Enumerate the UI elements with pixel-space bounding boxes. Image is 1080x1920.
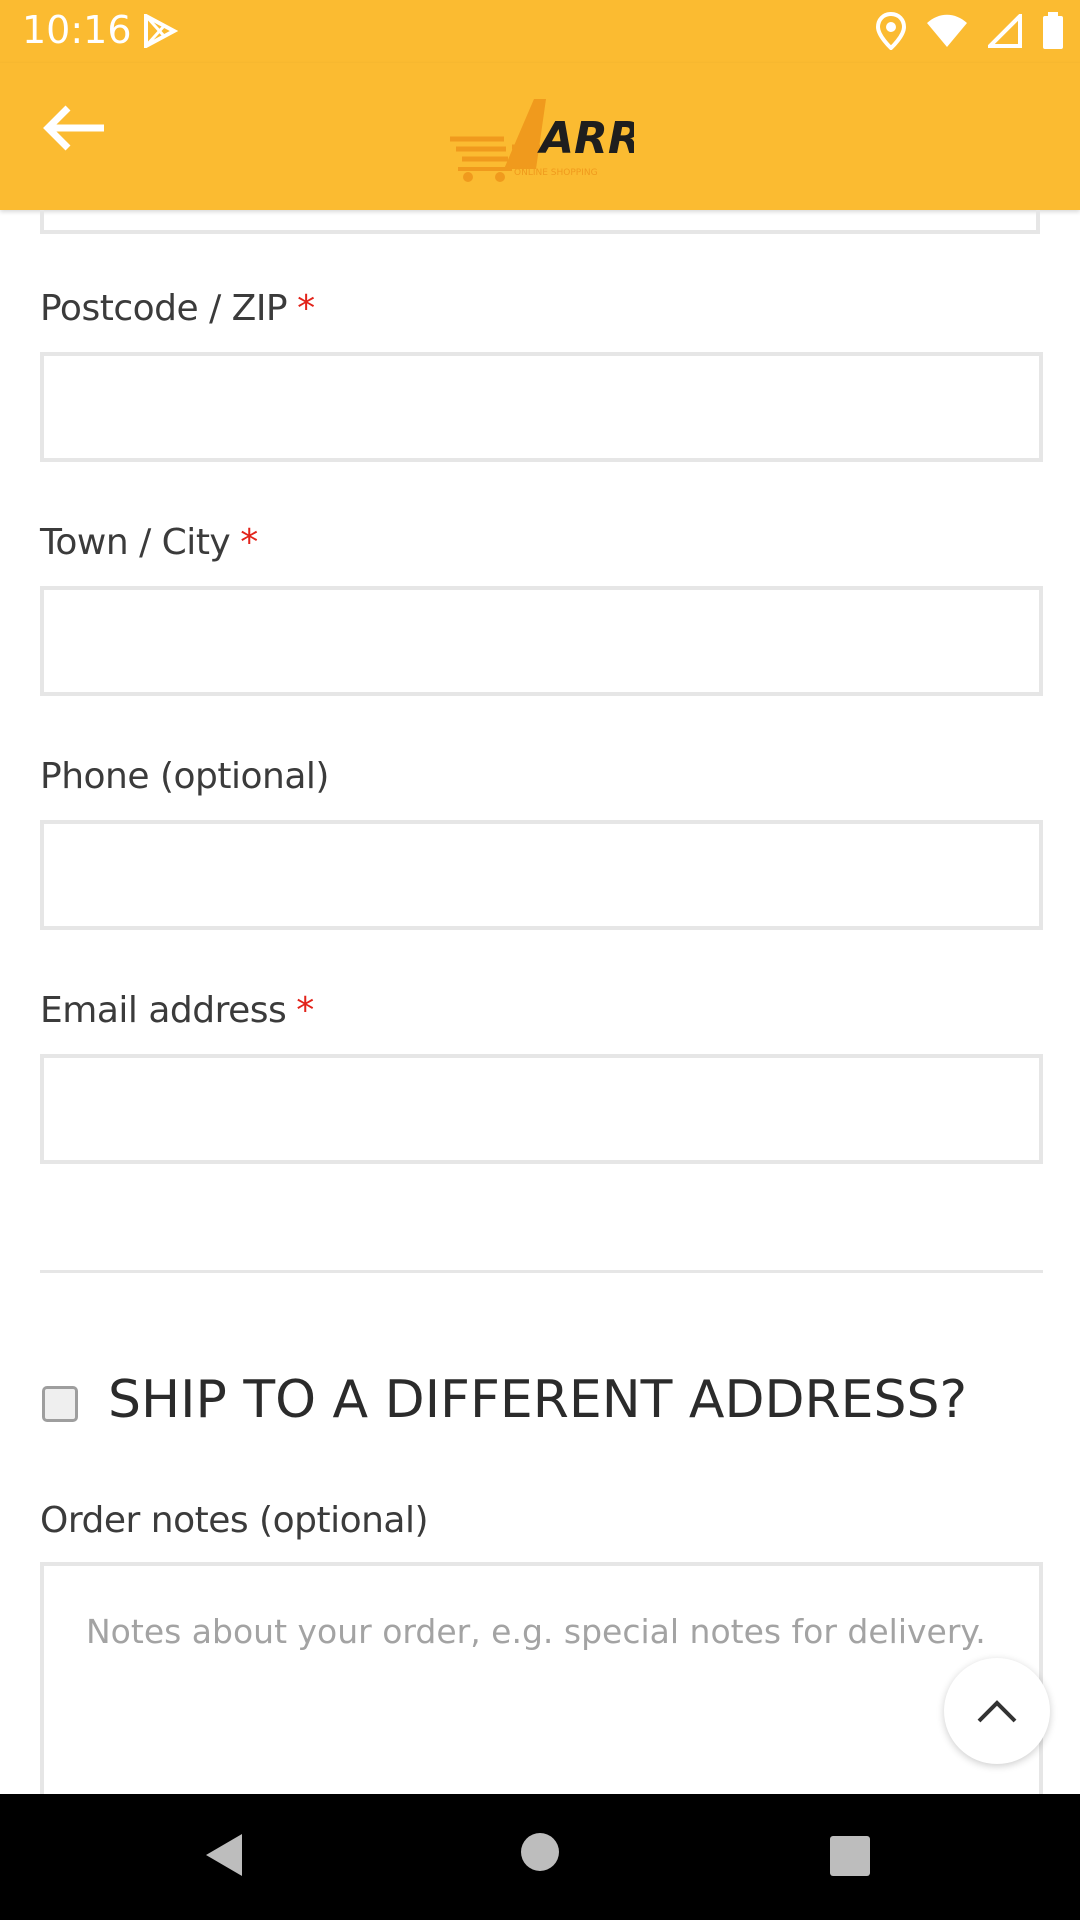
town-city-field[interactable] — [40, 586, 1043, 696]
play-store-icon — [142, 12, 179, 52]
phone-label: Phone (optional) — [40, 756, 329, 797]
town-city-label: Town / City * — [40, 522, 258, 563]
nav-home-button[interactable] — [520, 1832, 560, 1876]
text-field-partial[interactable] — [40, 210, 1040, 234]
order-notes-label: Order notes (optional) — [40, 1500, 429, 1541]
order-notes-label-text: Order notes (optional) — [40, 1500, 429, 1541]
nav-recents-button[interactable] — [830, 1836, 870, 1880]
app-bar: ARRAM ONLINE SHOPPING — [0, 63, 1080, 210]
order-notes-placeholder: Notes about your order, e.g. special not… — [86, 1612, 986, 1651]
battery-icon — [1042, 12, 1064, 54]
postcode-label-text: Postcode / ZIP — [40, 288, 288, 329]
email-label: Email address * — [40, 990, 314, 1031]
wifi-icon — [926, 14, 968, 52]
section-divider — [40, 1270, 1043, 1273]
required-star: * — [240, 522, 258, 563]
ship-different-heading[interactable]: SHIP TO A DIFFERENT ADDRESS? — [108, 1370, 967, 1430]
back-triangle-icon — [206, 1834, 242, 1876]
system-nav-bar — [0, 1794, 1080, 1920]
postcode-label: Postcode / ZIP * — [40, 288, 315, 329]
home-circle-icon — [521, 1833, 559, 1871]
ship-different-checkbox[interactable] — [42, 1386, 78, 1422]
order-notes-textarea[interactable]: Notes about your order, e.g. special not… — [40, 1562, 1043, 1794]
logo-wordmark: ARRAM — [537, 113, 634, 164]
signal-icon — [985, 11, 1022, 52]
back-button[interactable] — [40, 103, 120, 163]
town-city-label-text: Town / City — [40, 522, 231, 563]
email-label-text: Email address — [40, 990, 287, 1031]
required-star: * — [297, 288, 315, 329]
status-icons — [875, 11, 1064, 54]
checkout-form: Postcode / ZIP * Town / City * Phone (opti… — [0, 210, 1080, 1794]
required-star: * — [296, 990, 314, 1031]
phone-label-text: Phone (optional) — [40, 756, 329, 797]
arrow-left-icon — [43, 105, 104, 151]
location-icon — [875, 11, 907, 54]
status-time: 10:16 — [22, 8, 132, 52]
logo-subtitle: ONLINE SHOPPING — [514, 168, 598, 178]
chevron-up-icon — [977, 1700, 1017, 1723]
nav-back-button[interactable] — [204, 1832, 244, 1882]
status-bar: 10:16 — [0, 0, 1080, 63]
postcode-field[interactable] — [40, 352, 1043, 462]
phone-field[interactable] — [40, 820, 1043, 930]
scroll-to-top-button[interactable] — [944, 1658, 1050, 1764]
recents-square-icon — [830, 1836, 870, 1876]
logo: ARRAM ONLINE SHOPPING — [448, 93, 720, 183]
email-field[interactable] — [40, 1054, 1043, 1164]
